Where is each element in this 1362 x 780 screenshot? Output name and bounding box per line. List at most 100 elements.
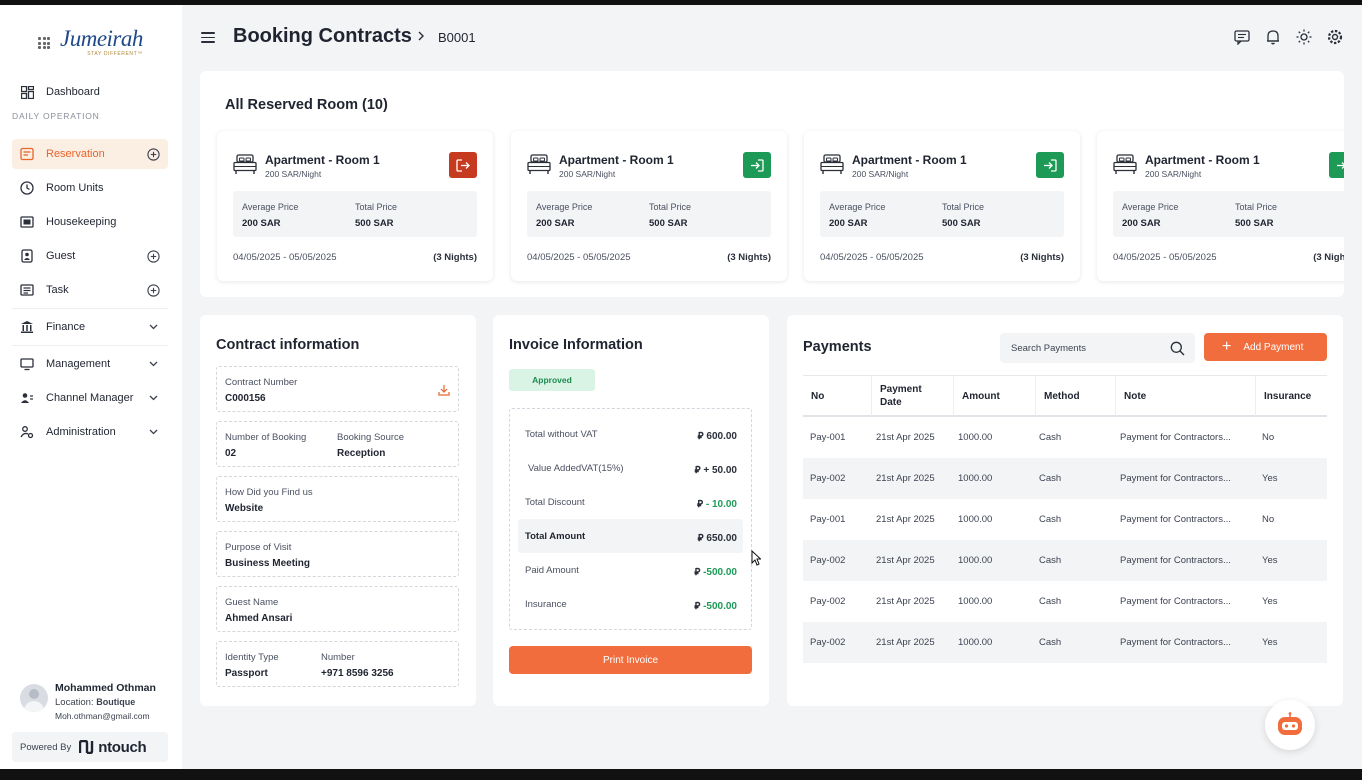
invoice-row-vat: Value AddedVAT(15%) ⃁ + 50.00 (528, 463, 737, 476)
table-row[interactable]: Pay-001 21st Apr 2025 1000.00 Cash Payme… (803, 499, 1327, 540)
sidebar-item-label: Finance (46, 321, 86, 333)
bed-icon (233, 154, 257, 174)
column-header-insurance[interactable]: Insurance (1255, 376, 1327, 416)
sun-icon[interactable] (1295, 28, 1313, 46)
add-payment-button[interactable]: + Add Payment (1204, 333, 1327, 361)
riyal-icon: ⃁ (697, 533, 704, 544)
room-card[interactable]: Apartment - Room 1 200 SAR/Night Average… (511, 131, 787, 281)
purpose-of-visit-field: Purpose of Visit Business Meeting (216, 531, 459, 577)
user-profile[interactable]: Mohammed Othman Location: Boutique Moh.o… (20, 682, 156, 721)
invoice-row-paid-amount: Paid Amount ⃁ -500.00 (525, 565, 737, 578)
stay-nights: (3 Nights) (1020, 252, 1064, 263)
brand-logo[interactable]: Jumeirah STAY DIFFERENT™ (38, 25, 143, 57)
gear-icon[interactable] (1326, 28, 1344, 46)
sidebar-item-dashboard[interactable]: Dashboard (12, 77, 168, 107)
topbar: Booking Contracts B0001 (182, 5, 1362, 69)
clock-icon (20, 181, 34, 195)
chevron-down-icon[interactable] (146, 425, 160, 439)
chatbot-button[interactable] (1265, 700, 1315, 750)
chevron-right-icon (418, 30, 425, 44)
stay-dates: 04/05/2025 - 05/05/2025 (1113, 252, 1217, 263)
sidebar-item-administration[interactable]: Administration (12, 417, 168, 447)
room-card[interactable]: Apartment - Room 1 200 SAR/Night Average… (804, 131, 1080, 281)
bell-icon[interactable] (1264, 28, 1282, 46)
room-card[interactable]: Apartment - Room 1 200 SAR/Night Average… (217, 131, 493, 281)
dashboard-icon (20, 85, 34, 99)
add-payment-label: Add Payment (1243, 341, 1304, 353)
stay-nights: (3 Nights) (1313, 252, 1344, 263)
stay-nights: (3 Nights) (433, 252, 477, 263)
table-row[interactable]: Pay-002 21st Apr 2025 1000.00 Cash Payme… (803, 581, 1327, 622)
room-card[interactable]: Apartment - Room 1 200 SAR/Night Average… (1097, 131, 1344, 281)
invoice-row-discount: Total Discount ⃁ - 10.00 (525, 497, 737, 510)
chevron-down-icon[interactable] (146, 320, 160, 334)
app-window: Jumeirah STAY DIFFERENT™ Dashboard DAILY… (0, 5, 1362, 769)
room-rate: 200 SAR/Night (1145, 169, 1202, 179)
section-label-daily-operation: DAILY OPERATION (12, 111, 100, 121)
breadcrumb[interactable]: B0001 (438, 30, 476, 45)
apps-grid-icon[interactable] (38, 37, 50, 49)
check-in-button[interactable] (1036, 152, 1064, 178)
check-in-button[interactable] (743, 152, 771, 178)
sidebar-item-management[interactable]: Management (12, 349, 168, 379)
housekeeping-icon (20, 215, 34, 229)
check-in-button[interactable] (1329, 152, 1344, 178)
chat-icon[interactable] (1233, 28, 1251, 46)
column-header-amount[interactable]: Amount (953, 376, 1035, 416)
sidebar-item-channel-manager[interactable]: Channel Manager (12, 383, 168, 413)
logout-icon (456, 158, 470, 172)
column-header-payment-date[interactable]: Payment Date (871, 376, 953, 416)
stay-nights: (3 Nights) (727, 252, 771, 263)
room-rate: 200 SAR/Night (559, 169, 616, 179)
sidebar-item-label: Administration (46, 426, 116, 438)
column-header-note[interactable]: Note (1115, 376, 1255, 416)
sidebar-item-guest[interactable]: Guest (12, 241, 168, 271)
table-header: No Payment Date Amount Method Note Insur… (803, 375, 1327, 417)
bed-icon (1113, 154, 1137, 174)
room-name: Apartment - Room 1 (265, 153, 380, 167)
chevron-down-icon[interactable] (146, 357, 160, 371)
sidebar-divider (12, 345, 168, 346)
table-row[interactable]: Pay-002 21st Apr 2025 1000.00 Cash Payme… (803, 458, 1327, 499)
powered-by-brand: ntouch (98, 738, 147, 756)
bed-icon (527, 154, 551, 174)
price-summary: Average Price 200 SAR Total Price 500 SA… (820, 191, 1064, 237)
ntouch-logo-icon (79, 740, 94, 754)
download-icon[interactable] (438, 383, 450, 401)
booking-details-field: Number of Booking 02 Booking Source Rece… (216, 421, 459, 467)
reserved-rooms-panel: All Reserved Room (10) Apartment - Room … (200, 71, 1344, 297)
sidebar-item-finance[interactable]: Finance (12, 312, 168, 342)
sidebar-item-label: Room Units (46, 182, 104, 194)
sidebar-item-task[interactable]: Task (12, 275, 168, 305)
table-row[interactable]: Pay-002 21st Apr 2025 1000.00 Cash Payme… (803, 540, 1327, 581)
chevron-down-icon[interactable] (146, 391, 160, 405)
search-icon[interactable] (1170, 341, 1185, 356)
check-out-button[interactable] (449, 152, 477, 178)
table-row[interactable]: Pay-001 21st Apr 2025 1000.00 Cash Payme… (803, 417, 1327, 458)
print-invoice-button[interactable]: Print Invoice (509, 646, 752, 674)
sidebar-item-room-units[interactable]: Room Units (12, 173, 168, 203)
menu-toggle-icon[interactable] (201, 32, 215, 43)
search-input[interactable] (1000, 333, 1165, 363)
add-guest-icon[interactable] (146, 249, 160, 263)
page-title: Booking Contracts (233, 25, 412, 47)
column-header-method[interactable]: Method (1035, 376, 1115, 416)
price-summary: Average Price 200 SAR Total Price 500 SA… (1113, 191, 1344, 237)
task-icon (20, 283, 34, 297)
sidebar-item-reservation[interactable]: Reservation (12, 139, 168, 169)
powered-by: Powered By ntouch (12, 732, 168, 762)
table-row[interactable]: Pay-002 21st Apr 2025 1000.00 Cash Payme… (803, 622, 1327, 663)
invoice-row-total-amount: Total Amount ⃁ 650.00 (518, 519, 743, 553)
sidebar-item-label: Housekeeping (46, 216, 117, 228)
stay-dates: 04/05/2025 - 05/05/2025 (233, 252, 337, 263)
price-summary: Average Price 200 SAR Total Price 500 SA… (527, 191, 771, 237)
add-reservation-icon[interactable] (146, 147, 160, 161)
add-task-icon[interactable] (146, 283, 160, 297)
sidebar-item-housekeeping[interactable]: Housekeeping (12, 207, 168, 237)
column-header-no[interactable]: No (803, 376, 871, 416)
user-name: Mohammed Othman (55, 682, 156, 694)
reservation-icon (20, 147, 34, 161)
invoice-row-total-without-vat: Total without VAT ⃁ 600.00 (525, 429, 737, 442)
room-rate: 200 SAR/Night (852, 169, 909, 179)
avatar (20, 684, 48, 712)
